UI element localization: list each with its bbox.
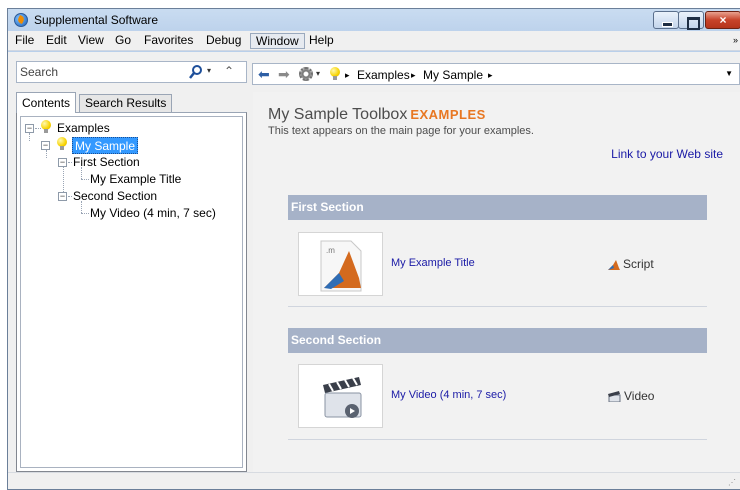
script-label: Script [623, 257, 654, 271]
section-header-first: First Section [288, 195, 707, 220]
tab-search-results[interactable]: Search Results [79, 94, 173, 112]
svg-text:.m: .m [326, 246, 335, 255]
menu-debug[interactable]: Debug [201, 33, 246, 49]
close-icon: × [719, 13, 727, 27]
matlab-icon [14, 13, 28, 27]
search-box: ▾ ⌃ [16, 61, 247, 83]
tree-connector [81, 213, 89, 214]
menu-file[interactable]: File [10, 33, 39, 49]
breadcrumb-separator-icon: ▸ [411, 70, 416, 80]
tree-connector [81, 167, 82, 179]
back-arrow-icon[interactable]: ⬅ [258, 67, 270, 81]
tree-item-my-sample[interactable]: My Sample [72, 137, 139, 154]
resize-grip-icon[interactable]: ⋰ [728, 478, 736, 487]
search-options-dropdown[interactable]: ▾ [207, 66, 211, 75]
tree-connector [68, 196, 72, 197]
video-title-link[interactable]: My Video (4 min, 7 sec) [391, 389, 506, 401]
minimize-button[interactable] [653, 11, 679, 29]
tree-connector [81, 201, 82, 213]
lightbulb-icon [41, 120, 51, 134]
example-title-link[interactable]: My Example Title [391, 257, 475, 269]
tree-item-my-example-title[interactable]: My Example Title [90, 171, 181, 188]
contents-tree: − Examples − My Sample − First Section M… [16, 112, 247, 472]
menu-bar: File Edit View Go Favorites Debug Window… [8, 31, 740, 51]
address-bar: ⬅ ➡ ▾ ▸ Examples ▸ My Sample ▸ ▼ [252, 63, 740, 85]
gear-dropdown-icon[interactable]: ▾ [316, 69, 320, 78]
menu-go[interactable]: Go [110, 33, 136, 49]
menu-favorites[interactable]: Favorites [139, 33, 198, 49]
tab-contents[interactable]: Contents [16, 92, 77, 113]
video-icon [608, 391, 621, 403]
expander-icon[interactable]: − [58, 192, 67, 201]
close-button[interactable]: × [705, 11, 740, 29]
title-bar: Supplemental Software × [8, 9, 740, 31]
main-content: ▾ ⌃ Contents Search Results − Examples −… [8, 52, 740, 472]
page-title: My Sample Toolbox EXAMPLES [268, 106, 486, 124]
tree-connector [63, 167, 64, 192]
breadcrumb-examples[interactable]: Examples [357, 68, 410, 82]
expander-icon[interactable]: − [25, 124, 34, 133]
menu-overflow-icon[interactable]: » [733, 35, 738, 45]
video-thumbnail[interactable] [298, 364, 383, 428]
breadcrumb-separator-icon: ▸ [345, 70, 350, 80]
tree-frame: − Examples − My Sample − First Section M… [20, 116, 243, 468]
app-window: Supplemental Software × File Edit View G… [7, 8, 740, 490]
matlab-script-icon: .m [320, 240, 362, 292]
tree-item-examples[interactable]: Examples [57, 120, 110, 137]
menu-view[interactable]: View [73, 33, 109, 49]
lightbulb-icon [57, 137, 67, 151]
video-type-label: Video [608, 389, 654, 403]
breadcrumb-separator-icon: ▸ [488, 70, 493, 80]
page-title-text: My Sample Toolbox [268, 106, 408, 123]
expander-icon[interactable]: − [41, 141, 50, 150]
window-title: Supplemental Software [34, 13, 159, 27]
page-title-tag: EXAMPLES [410, 107, 486, 122]
lightbulb-icon [330, 67, 340, 81]
status-bar: ⋰ [8, 472, 740, 489]
address-dropdown-icon[interactable]: ▼ [725, 69, 733, 78]
expander-icon[interactable]: − [58, 158, 67, 167]
tree-connector [46, 150, 47, 158]
nav-tabs: Contents Search Results [16, 92, 247, 113]
search-icon[interactable] [188, 64, 204, 80]
breadcrumb-my-sample[interactable]: My Sample [423, 68, 483, 82]
video-label: Video [624, 389, 655, 403]
tree-connector [68, 162, 72, 163]
gear-icon[interactable] [299, 67, 313, 81]
maximize-button[interactable] [678, 11, 704, 30]
collapse-icon[interactable]: ⌃ [224, 64, 234, 78]
menu-edit[interactable]: Edit [41, 33, 72, 49]
tree-item-first-section[interactable]: First Section [73, 154, 140, 171]
script-type-label: Script [608, 257, 654, 271]
tree-connector [29, 133, 30, 141]
tree-item-my-video[interactable]: My Video (4 min, 7 sec) [90, 205, 216, 222]
section-divider [288, 439, 707, 440]
script-thumbnail[interactable]: .m [298, 232, 383, 296]
document-pane: ⬅ ➡ ▾ ▸ Examples ▸ My Sample ▸ ▼ My Samp… [252, 57, 740, 472]
menu-window[interactable]: Window [250, 33, 305, 49]
script-icon [608, 259, 620, 270]
page-description: This text appears on the main page for y… [268, 125, 534, 137]
tree-item-second-section[interactable]: Second Section [73, 188, 157, 205]
menu-help[interactable]: Help [304, 33, 339, 49]
clapperboard-icon [323, 377, 362, 418]
navigation-pane: ▾ ⌃ Contents Search Results − Examples −… [16, 57, 247, 472]
tree-connector [81, 179, 89, 180]
section-header-second: Second Section [288, 328, 707, 353]
examples-page: My Sample Toolbox EXAMPLES This text appe… [253, 92, 740, 472]
section-divider [288, 306, 707, 307]
forward-arrow-icon[interactable]: ➡ [278, 67, 290, 81]
web-site-link[interactable]: Link to your Web site [611, 147, 723, 161]
search-input[interactable] [20, 65, 170, 79]
